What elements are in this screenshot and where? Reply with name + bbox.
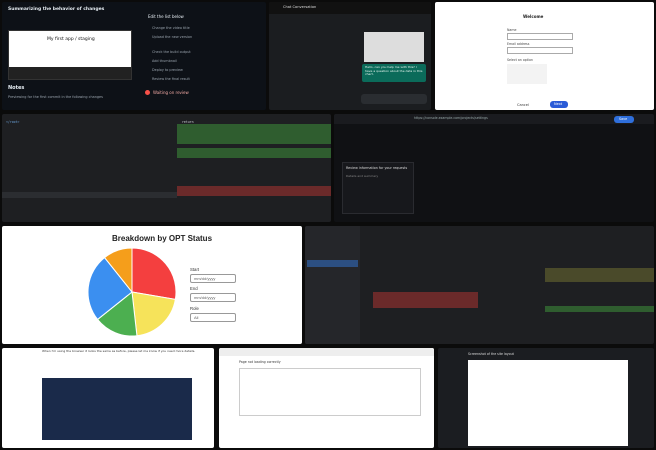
check-item[interactable]: Check the build output bbox=[152, 50, 191, 55]
chat-input[interactable] bbox=[361, 94, 427, 104]
diff-removed-line bbox=[177, 186, 331, 196]
console-url[interactable]: https://console.example.com/projects/set… bbox=[414, 116, 488, 121]
post-text: When I'm using the browser it looks the … bbox=[42, 349, 196, 353]
removed-block bbox=[373, 292, 478, 308]
video-frame[interactable]: My first app / staging bbox=[8, 30, 132, 80]
warning-text: Waiting on review bbox=[153, 90, 189, 95]
console-topbar bbox=[334, 114, 654, 124]
end-date-input[interactable]: mm/dd/yyyy bbox=[190, 293, 236, 302]
diff-divider bbox=[2, 192, 177, 198]
website-frame[interactable] bbox=[468, 360, 628, 446]
tile-form: Welcome Name Email address Select an opt… bbox=[435, 2, 654, 110]
tile-chart: Breakdown by OPT Status Start mm/dd/yyyy… bbox=[2, 226, 302, 344]
check-item[interactable]: Review the final result bbox=[152, 77, 190, 82]
radio-label: Select an option bbox=[507, 58, 533, 62]
tile-forum-post: When I'm using the browser it looks the … bbox=[2, 348, 214, 448]
chat-header-text: Chat Conversation bbox=[283, 5, 317, 9]
tile-chat: Chat Conversation Hello, can you help me… bbox=[269, 2, 431, 110]
tile-editor bbox=[305, 226, 654, 344]
end-label: End bbox=[190, 286, 198, 291]
check-item[interactable]: Change the video title bbox=[152, 26, 190, 31]
editor-sidebar bbox=[305, 226, 360, 344]
check-item[interactable]: Add thumbnail bbox=[152, 59, 177, 64]
browser-content bbox=[239, 368, 421, 416]
changed-block bbox=[545, 306, 654, 312]
diff-code-left: </root> bbox=[6, 120, 20, 124]
role-label: Role bbox=[190, 306, 199, 311]
check-item[interactable]: Deploy to preview bbox=[152, 68, 183, 73]
changed-block bbox=[545, 268, 654, 282]
chat-message: Hello, can you help me with this? I have… bbox=[365, 65, 423, 77]
pie-slice[interactable] bbox=[131, 291, 176, 337]
console-card-text: Details and summary bbox=[346, 174, 379, 178]
notes-label: Notes bbox=[8, 85, 25, 91]
tile-browser: Page not loading correctly bbox=[219, 348, 434, 448]
check-item[interactable]: Upload the new version bbox=[152, 35, 192, 40]
tile1-title: Summarizing the behavior of changes bbox=[8, 7, 105, 12]
tile-website: Screenshot of the site layout bbox=[438, 348, 654, 448]
tile-console: https://console.example.com/projects/set… bbox=[334, 114, 654, 222]
video-title: My first app / staging bbox=[47, 37, 95, 42]
video-controls[interactable] bbox=[9, 67, 131, 79]
warning-dot-icon bbox=[145, 90, 150, 95]
start-date-input[interactable]: mm/dd/yyyy bbox=[190, 274, 236, 283]
radio-group[interactable] bbox=[507, 64, 547, 84]
website-title: Screenshot of the site layout bbox=[468, 352, 514, 356]
start-label: Start bbox=[190, 267, 200, 272]
role-select[interactable]: All bbox=[190, 313, 236, 322]
next-button-label: Next bbox=[554, 102, 563, 106]
save-button-label: Save bbox=[619, 117, 628, 121]
console-card-title: Review information for your requests bbox=[346, 166, 408, 170]
pie-chart bbox=[87, 247, 177, 337]
tile-diff: </root> return bbox=[2, 114, 331, 222]
diff-code-right: return bbox=[182, 120, 194, 124]
diff-added-line bbox=[177, 148, 331, 158]
chat-image[interactable] bbox=[364, 32, 424, 62]
embedded-screenshot[interactable] bbox=[42, 378, 192, 440]
diff-added-line bbox=[177, 124, 331, 144]
pie-slice[interactable] bbox=[131, 247, 177, 300]
selected-file[interactable] bbox=[307, 260, 358, 267]
tile-code-review: Summarizing the behavior of changes My f… bbox=[2, 2, 266, 110]
field2-input[interactable] bbox=[507, 47, 573, 54]
browser-topbar bbox=[219, 348, 434, 356]
form-heading: Welcome bbox=[523, 14, 544, 19]
browser-header: Page not loading correctly bbox=[239, 360, 281, 364]
cancel-button[interactable]: Cancel bbox=[517, 103, 529, 108]
field1-input[interactable] bbox=[507, 33, 573, 40]
notes-text: Previewing for the first commit in the f… bbox=[8, 95, 103, 99]
checklist-title: Edit the list below bbox=[148, 14, 184, 19]
